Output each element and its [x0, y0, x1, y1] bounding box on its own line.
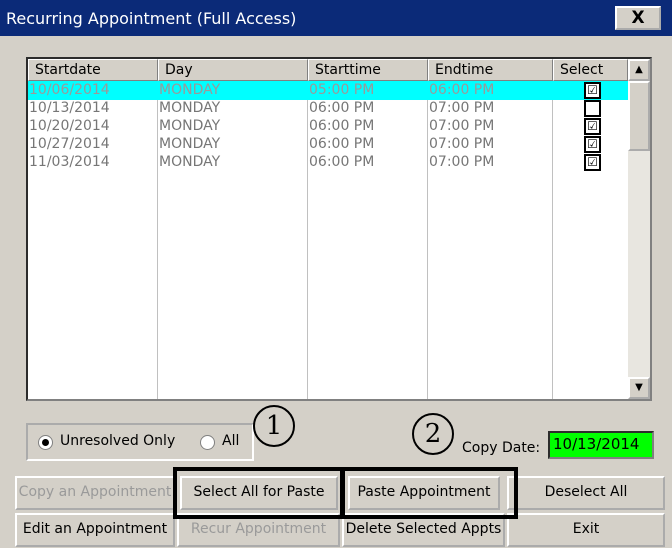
cell-startdate: 11/03/2014	[29, 154, 110, 170]
row-select-checkbox[interactable]: ☑	[584, 82, 601, 99]
cell-startdate: 10/13/2014	[29, 100, 110, 116]
cell-startdate: 10/20/2014	[29, 118, 110, 134]
deselect-all-button[interactable]: Deselect All	[507, 476, 665, 510]
copy-date-field[interactable]: 10/13/2014	[548, 431, 654, 459]
appointment-list[interactable]: Startdate Day Starttime Endtime Select 1…	[26, 57, 652, 401]
cell-endtime: 07:00 PM	[429, 154, 495, 170]
column-header-day[interactable]: Day	[158, 59, 308, 81]
window-title: Recurring Appointment (Full Access)	[6, 9, 297, 28]
row-select-checkbox[interactable]	[584, 100, 601, 117]
copy-appointment-button[interactable]: Copy an Appointment	[15, 476, 175, 510]
cell-day: MONDAY	[159, 82, 221, 98]
radio-all-label: All	[222, 433, 240, 449]
exit-button[interactable]: Exit	[507, 513, 665, 547]
cell-endtime: 07:00 PM	[429, 118, 495, 134]
highlight-box-paste	[340, 467, 518, 519]
cell-endtime: 07:00 PM	[429, 136, 495, 152]
row-select-checkbox[interactable]: ☑	[584, 136, 601, 153]
table-row[interactable]: 10/06/2014 MONDAY 05:00 PM 06:00 PM ☑	[28, 81, 628, 100]
cell-startdate: 10/06/2014	[29, 82, 110, 98]
row-select-checkbox[interactable]: ☑	[584, 118, 601, 135]
cell-starttime: 05:00 PM	[309, 82, 375, 98]
cell-starttime: 06:00 PM	[309, 136, 375, 152]
table-row[interactable]: 10/27/2014 MONDAY 06:00 PM 07:00 PM ☑	[28, 135, 628, 154]
column-header-endtime[interactable]: Endtime	[428, 59, 553, 81]
scroll-up-icon[interactable]: ▲	[628, 59, 650, 81]
annotation-marker-2: 2	[412, 413, 454, 455]
vertical-scrollbar[interactable]: ▲ ▼	[628, 59, 650, 399]
cell-starttime: 06:00 PM	[309, 118, 375, 134]
filter-group: Unresolved Only All	[26, 423, 254, 461]
column-header-startdate[interactable]: Startdate	[28, 59, 158, 81]
cell-day: MONDAY	[159, 100, 221, 116]
cell-startdate: 10/27/2014	[29, 136, 110, 152]
annotation-marker-1: 1	[253, 405, 295, 447]
copy-date-label: Copy Date:	[462, 440, 541, 456]
cell-endtime: 06:00 PM	[429, 82, 495, 98]
radio-unresolved-label: Unresolved Only	[60, 433, 176, 449]
cell-starttime: 06:00 PM	[309, 100, 375, 116]
scroll-down-icon[interactable]: ▼	[628, 377, 650, 399]
highlight-box-select-all	[173, 467, 345, 519]
cell-day: MONDAY	[159, 154, 221, 170]
cell-starttime: 06:00 PM	[309, 154, 375, 170]
cell-endtime: 07:00 PM	[429, 100, 495, 116]
title-bar: Recurring Appointment (Full Access) X	[0, 0, 672, 36]
scroll-thumb[interactable]	[628, 81, 650, 151]
radio-all[interactable]	[200, 435, 215, 450]
radio-unresolved-only[interactable]	[38, 435, 53, 450]
edit-appointment-button[interactable]: Edit an Appointment	[15, 513, 175, 547]
column-header-starttime[interactable]: Starttime	[308, 59, 428, 81]
radio-selected-dot	[42, 439, 49, 446]
table-row[interactable]: 10/13/2014 MONDAY 06:00 PM 07:00 PM	[28, 99, 628, 118]
column-header-select[interactable]: Select	[553, 59, 628, 81]
cell-day: MONDAY	[159, 136, 221, 152]
close-button[interactable]: X	[615, 6, 661, 30]
cell-day: MONDAY	[159, 118, 221, 134]
row-select-checkbox[interactable]: ☑	[584, 154, 601, 171]
table-row[interactable]: 11/03/2014 MONDAY 06:00 PM 07:00 PM ☑	[28, 153, 628, 172]
table-row[interactable]: 10/20/2014 MONDAY 06:00 PM 07:00 PM ☑	[28, 117, 628, 136]
